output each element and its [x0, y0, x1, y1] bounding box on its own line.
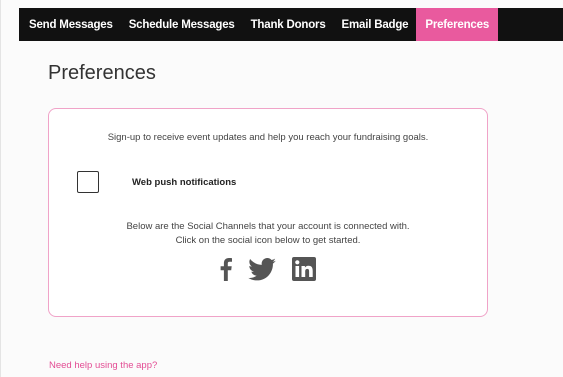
- top-navigation: Send Messages Schedule Messages Thank Do…: [19, 8, 563, 41]
- web-push-label: Web push notifications: [132, 176, 237, 188]
- page-title: Preferences: [48, 62, 156, 84]
- social-icons-row: [49, 257, 487, 281]
- help-link[interactable]: Need help using the app?: [49, 360, 157, 371]
- nav-thank-donors[interactable]: Thank Donors: [243, 8, 334, 41]
- push-notification-row: Web push notifications: [77, 171, 236, 193]
- social-channels-text: Below are the Social Channels that your …: [49, 220, 487, 248]
- nav-schedule-messages[interactable]: Schedule Messages: [121, 8, 243, 41]
- app-page: Send Messages Schedule Messages Thank Do…: [0, 0, 563, 377]
- nav-preferences[interactable]: Preferences: [416, 8, 499, 41]
- social-text-line-2: Click on the social icon below to get st…: [175, 235, 361, 246]
- web-push-checkbox[interactable]: [77, 171, 99, 193]
- linkedin-icon[interactable]: [292, 257, 316, 281]
- nav-email-badge[interactable]: Email Badge: [334, 8, 417, 41]
- social-text-line-1: Below are the Social Channels that your …: [126, 221, 410, 232]
- facebook-icon[interactable]: [220, 257, 232, 281]
- twitter-icon[interactable]: [248, 257, 276, 281]
- nav-send-messages[interactable]: Send Messages: [19, 8, 121, 41]
- signup-intro-text: Sign-up to receive event updates and hel…: [107, 132, 429, 143]
- preferences-card: Sign-up to receive event updates and hel…: [48, 108, 488, 317]
